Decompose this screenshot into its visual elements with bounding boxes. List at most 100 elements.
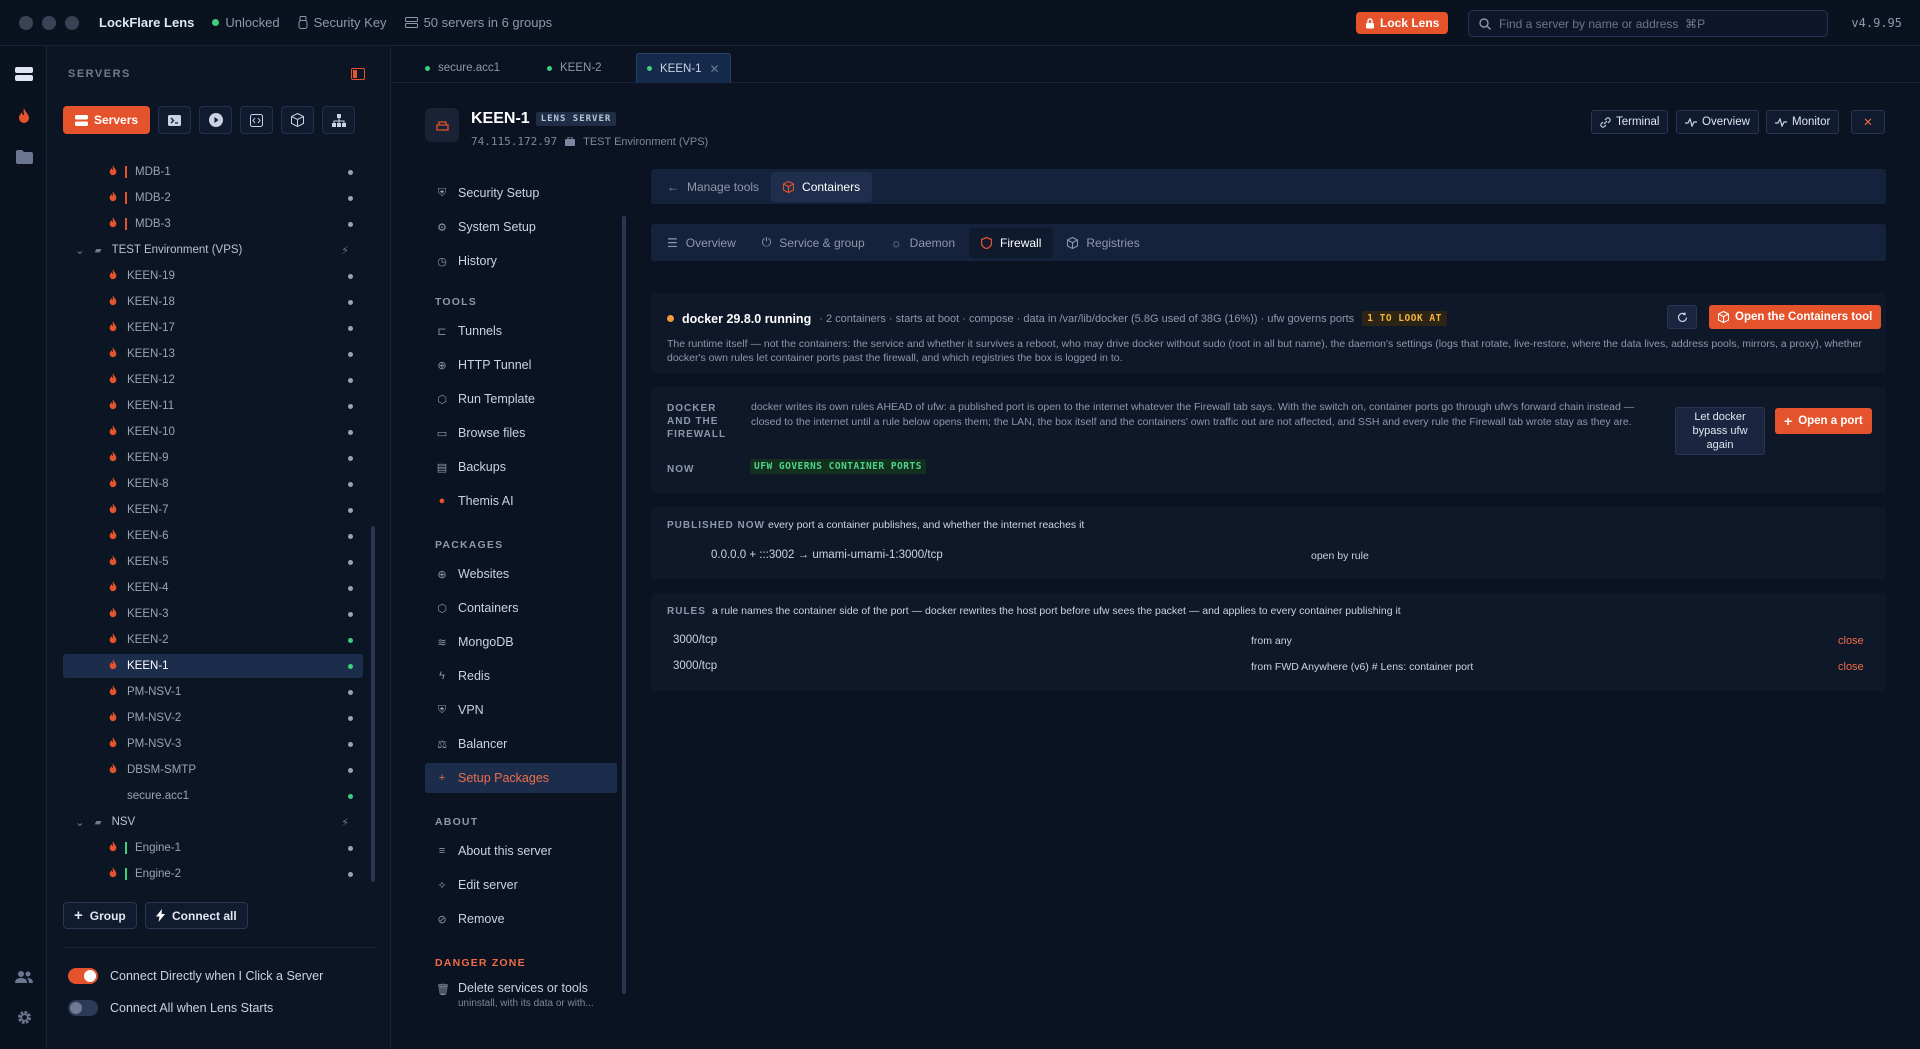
nav-item-about-this-server[interactable]: ≡ About this server [425,836,617,866]
nav-item-mongodb[interactable]: ≋ MongoDB [425,627,617,657]
nav-item-delete-services[interactable]: 🗑 Delete services or tools uninstall, with… [425,977,617,1013]
server-row[interactable]: KEEN-2 [63,628,363,652]
close-rule-button[interactable]: close [1838,661,1864,673]
add-group-button[interactable]: + Group [63,902,137,929]
security-key[interactable]: Security Key [298,15,387,30]
settings-gear-icon[interactable] [14,1007,34,1027]
nav-item-edit-server[interactable]: ✧ Edit server [425,870,617,900]
server-row[interactable]: KEEN-7 [63,498,363,522]
tab-service-group[interactable]: ⏻ Service & group [750,228,877,258]
nav-item-http-tunnel[interactable]: ⊕ HTTP Tunnel [425,350,617,380]
containers-crumb[interactable]: Containers [771,171,873,202]
nav-item-themis-ai[interactable]: ● Themis AI [425,486,617,516]
server-row[interactable]: KEEN-11 [63,394,363,418]
server-row[interactable]: PM-NSV-2 [63,706,363,730]
container-tool-button[interactable] [281,106,315,134]
tab-keen-1[interactable]: KEEN-1 ✕ [636,53,731,83]
nav-item-vpn[interactable]: ⛨ VPN [425,695,617,725]
nav-item-security-setup[interactable]: ⛨ Security Setup [425,178,617,208]
folder-rail-icon[interactable] [14,147,34,167]
server-row[interactable]: MDB-1 [63,160,363,184]
server-row[interactable]: KEEN-1 [63,654,363,678]
server-row[interactable]: KEEN-17 [63,316,363,340]
connect-all-button[interactable]: Connect all [145,902,248,929]
open-port-button[interactable]: + Open a port [1775,408,1872,434]
tab-secure-acc1[interactable]: secure.acc1 [415,53,510,83]
server-row[interactable]: KEEN-3 [63,602,363,626]
connect-direct-toggle[interactable] [68,968,98,984]
tab-keen-2[interactable]: KEEN-2 [537,53,612,83]
nav-item-remove[interactable]: ⊘ Remove [425,904,617,934]
lock-lens-button[interactable]: Lock Lens [1356,12,1449,34]
tab-daemon[interactable]: ☼ Daemon [879,228,967,258]
server-row[interactable]: KEEN-6 [63,524,363,548]
bypass-ufw-button[interactable]: Let docker bypass ufw again [1675,407,1765,455]
monitor-button[interactable]: Monitor [1766,110,1840,134]
nav-item-setup-packages[interactable]: + Setup Packages [425,763,617,793]
network-tool-button[interactable] [322,106,356,134]
run-tool-button[interactable] [199,106,233,134]
maximize-window-button[interactable] [65,15,79,30]
server-row[interactable]: Engine-1 [63,836,363,860]
server-row[interactable]: KEEN-10 [63,420,363,444]
server-row[interactable]: KEEN-5 [63,550,363,574]
chevron-down-icon[interactable]: ⌄ [75,243,85,257]
server-row[interactable]: KEEN-13 [63,342,363,366]
nav-item-containers[interactable]: ⬡ Containers [425,593,617,623]
server-row[interactable]: DBSM-SMTP [63,758,363,782]
connect-all-start-toggle[interactable] [68,1000,98,1016]
nav-item-tunnels[interactable]: ⊏ Tunnels [425,316,617,346]
chevron-down-icon[interactable]: ⌄ [75,815,85,829]
nav-item-websites[interactable]: ⊕ Websites [425,559,617,589]
servers-rail-icon[interactable] [14,64,34,84]
server-search-input[interactable] [1499,16,1799,31]
server-row[interactable]: secure.acc1 [63,784,363,808]
servers-button[interactable]: Servers [63,106,151,134]
nav-scrollbar[interactable] [622,216,626,994]
server-row[interactable]: MDB-3 [63,212,363,236]
flame-rail-icon[interactable] [14,106,34,126]
users-rail-icon[interactable] [14,966,34,986]
nav-item-system-setup[interactable]: ⚙ System Setup [425,212,617,242]
server-row[interactable]: KEEN-12 [63,368,363,392]
close-window-button[interactable] [19,15,33,30]
server-row[interactable]: KEEN-4 [63,576,363,600]
close-tab-icon[interactable]: ✕ [710,62,720,76]
close-server-button[interactable]: ✕ [1851,110,1885,134]
tab-registries[interactable]: Registries [1055,228,1151,258]
nav-item-backups[interactable]: ▤ Backups [425,452,617,482]
collapse-panel-icon[interactable] [351,68,365,83]
nav-item-browse-files[interactable]: ▭ Browse files [425,418,617,448]
sidebar-scrollbar[interactable] [371,526,375,882]
tab-firewall[interactable]: Firewall [969,227,1054,258]
server-label: KEEN-18 [127,296,175,308]
server-row[interactable]: KEEN-18 [63,290,363,314]
nav-item-balancer[interactable]: ⚖ Balancer [425,729,617,759]
status-dot-icon [348,221,353,227]
server-group-row[interactable]: ⌄ ▰ TEST Environment (VPS) ⚡ [63,238,363,262]
close-rule-button[interactable]: close [1838,635,1864,647]
terminal-button[interactable]: Terminal [1591,110,1669,134]
open-containers-tool-button[interactable]: Open the Containers tool [1709,305,1882,329]
tab-overview[interactable]: ☰ Overview [655,228,748,258]
connect-group-icon[interactable]: ⚡ [341,244,349,257]
minimize-window-button[interactable] [42,15,56,30]
server-row[interactable]: KEEN-8 [63,472,363,496]
connect-group-icon[interactable]: ⚡ [341,816,349,829]
nav-item-history[interactable]: ◷ History [425,246,617,276]
server-row[interactable]: KEEN-9 [63,446,363,470]
server-row[interactable]: PM-NSV-1 [63,680,363,704]
server-group-row[interactable]: ⌄ ▰ NSV ⚡ [63,810,363,834]
server-row[interactable]: KEEN-19 [63,264,363,288]
overview-button[interactable]: Overview [1676,110,1759,134]
code-tool-button[interactable] [240,106,274,134]
refresh-button[interactable] [1667,305,1697,329]
nav-item-redis[interactable]: ϟ Redis [425,661,617,691]
server-row[interactable]: Engine-2 [63,862,363,886]
manage-tools-link[interactable]: ← Manage tools [655,172,771,202]
server-row[interactable]: MDB-2 [63,186,363,210]
terminal-tool-button[interactable] [158,106,192,134]
server-search[interactable] [1468,10,1828,37]
nav-item-run-template[interactable]: ⬡ Run Template [425,384,617,414]
server-row[interactable]: PM-NSV-3 [63,732,363,756]
